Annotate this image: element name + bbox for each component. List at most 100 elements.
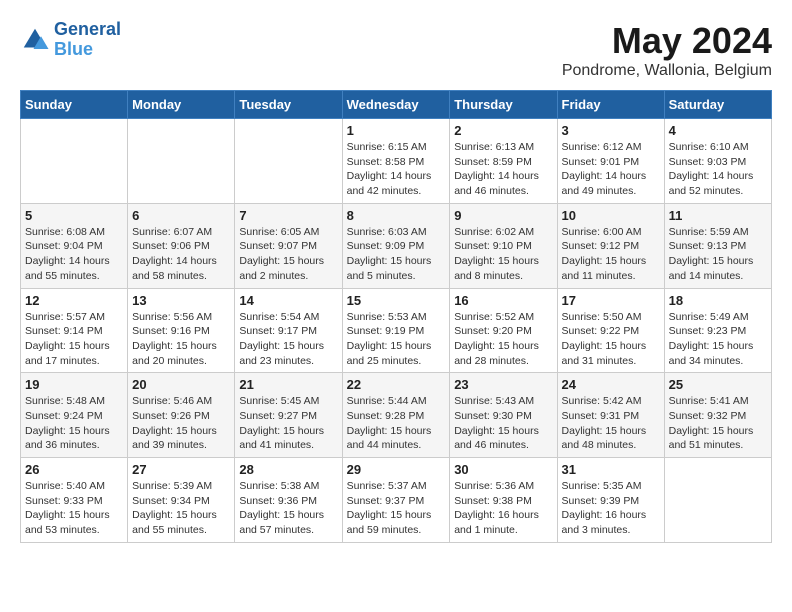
day-info: Sunrise: 6:13 AM Sunset: 8:59 PM Dayligh… [454,140,552,199]
calendar-cell: 28 Sunrise: 5:38 AM Sunset: 9:36 PM Dayli… [235,458,342,543]
day-number: 9 [454,208,552,223]
weekday-header-row: SundayMondayTuesdayWednesdayThursdayFrid… [21,91,772,119]
day-number: 2 [454,123,552,138]
calendar-cell: 3 Sunrise: 6:12 AM Sunset: 9:01 PM Daylig… [557,119,664,204]
calendar-cell: 17 Sunrise: 5:50 AM Sunset: 9:22 PM Dayli… [557,288,664,373]
day-info: Sunrise: 5:46 AM Sunset: 9:26 PM Dayligh… [132,394,230,453]
day-number: 6 [132,208,230,223]
day-info: Sunrise: 6:07 AM Sunset: 9:06 PM Dayligh… [132,225,230,284]
day-info: Sunrise: 5:42 AM Sunset: 9:31 PM Dayligh… [562,394,660,453]
calendar-cell: 6 Sunrise: 6:07 AM Sunset: 9:06 PM Daylig… [128,203,235,288]
calendar-cell: 9Sunrise: 6:02 AM Sunset: 9:10 PM Daylig… [450,203,557,288]
calendar-cell: 5 Sunrise: 6:08 AM Sunset: 9:04 PM Daylig… [21,203,128,288]
day-number: 19 [25,377,123,392]
day-info: Sunrise: 6:10 AM Sunset: 9:03 PM Dayligh… [669,140,767,199]
day-info: Sunrise: 5:39 AM Sunset: 9:34 PM Dayligh… [132,479,230,538]
calendar-cell: 16 Sunrise: 5:52 AM Sunset: 9:20 PM Dayli… [450,288,557,373]
calendar-cell: 20Sunrise: 5:46 AM Sunset: 9:26 PM Dayli… [128,373,235,458]
calendar-cell: 8Sunrise: 6:03 AM Sunset: 9:09 PM Daylig… [342,203,450,288]
day-info: Sunrise: 5:50 AM Sunset: 9:22 PM Dayligh… [562,310,660,369]
day-info: Sunrise: 6:00 AM Sunset: 9:12 PM Dayligh… [562,225,660,284]
day-info: Sunrise: 5:59 AM Sunset: 9:13 PM Dayligh… [669,225,767,284]
day-info: Sunrise: 5:40 AM Sunset: 9:33 PM Dayligh… [25,479,123,538]
day-number: 8 [347,208,446,223]
calendar-cell: 23Sunrise: 5:43 AM Sunset: 9:30 PM Dayli… [450,373,557,458]
day-number: 21 [239,377,337,392]
day-info: Sunrise: 5:49 AM Sunset: 9:23 PM Dayligh… [669,310,767,369]
calendar-cell [664,458,771,543]
day-number: 18 [669,293,767,308]
day-number: 5 [25,208,123,223]
day-info: Sunrise: 6:05 AM Sunset: 9:07 PM Dayligh… [239,225,337,284]
calendar-week-row: 26 Sunrise: 5:40 AM Sunset: 9:33 PM Dayli… [21,458,772,543]
calendar-cell: 18 Sunrise: 5:49 AM Sunset: 9:23 PM Dayli… [664,288,771,373]
calendar-cell: 10Sunrise: 6:00 AM Sunset: 9:12 PM Dayli… [557,203,664,288]
day-number: 23 [454,377,552,392]
calendar-cell: 7 Sunrise: 6:05 AM Sunset: 9:07 PM Daylig… [235,203,342,288]
calendar-cell: 19 Sunrise: 5:48 AM Sunset: 9:24 PM Dayli… [21,373,128,458]
day-info: Sunrise: 5:36 AM Sunset: 9:38 PM Dayligh… [454,479,552,538]
day-number: 15 [347,293,446,308]
day-number: 22 [347,377,446,392]
day-number: 29 [347,462,446,477]
calendar-cell: 1 Sunrise: 6:15 AM Sunset: 8:58 PM Daylig… [342,119,450,204]
calendar-week-row: 5 Sunrise: 6:08 AM Sunset: 9:04 PM Daylig… [21,203,772,288]
day-number: 16 [454,293,552,308]
weekday-header: Monday [128,91,235,119]
calendar-cell: 2 Sunrise: 6:13 AM Sunset: 8:59 PM Daylig… [450,119,557,204]
day-number: 30 [454,462,552,477]
day-number: 17 [562,293,660,308]
day-number: 28 [239,462,337,477]
day-number: 12 [25,293,123,308]
calendar-cell: 21 Sunrise: 5:45 AM Sunset: 9:27 PM Dayli… [235,373,342,458]
calendar-week-row: 12 Sunrise: 5:57 AM Sunset: 9:14 PM Dayli… [21,288,772,373]
day-info: Sunrise: 6:08 AM Sunset: 9:04 PM Dayligh… [25,225,123,284]
calendar-cell [21,119,128,204]
day-number: 13 [132,293,230,308]
day-info: Sunrise: 5:45 AM Sunset: 9:27 PM Dayligh… [239,394,337,453]
day-info: Sunrise: 6:15 AM Sunset: 8:58 PM Dayligh… [347,140,446,199]
day-info: Sunrise: 5:48 AM Sunset: 9:24 PM Dayligh… [25,394,123,453]
day-info: Sunrise: 5:53 AM Sunset: 9:19 PM Dayligh… [347,310,446,369]
day-number: 31 [562,462,660,477]
calendar-cell: 24 Sunrise: 5:42 AM Sunset: 9:31 PM Dayli… [557,373,664,458]
calendar-cell: 15 Sunrise: 5:53 AM Sunset: 9:19 PM Dayli… [342,288,450,373]
day-number: 26 [25,462,123,477]
calendar-cell: 31Sunrise: 5:35 AM Sunset: 9:39 PM Dayli… [557,458,664,543]
calendar-header: SundayMondayTuesdayWednesdayThursdayFrid… [21,91,772,119]
calendar-cell: 11 Sunrise: 5:59 AM Sunset: 9:13 PM Dayli… [664,203,771,288]
weekday-header: Tuesday [235,91,342,119]
logo: General Blue [20,20,121,60]
calendar-week-row: 1 Sunrise: 6:15 AM Sunset: 8:58 PM Daylig… [21,119,772,204]
day-info: Sunrise: 5:41 AM Sunset: 9:32 PM Dayligh… [669,394,767,453]
day-info: Sunrise: 5:54 AM Sunset: 9:17 PM Dayligh… [239,310,337,369]
day-number: 1 [347,123,446,138]
day-number: 14 [239,293,337,308]
logo-text: General Blue [54,20,121,60]
calendar-cell: 26 Sunrise: 5:40 AM Sunset: 9:33 PM Dayli… [21,458,128,543]
weekday-header: Thursday [450,91,557,119]
day-number: 11 [669,208,767,223]
day-number: 24 [562,377,660,392]
calendar-cell [128,119,235,204]
calendar-cell: 22 Sunrise: 5:44 AM Sunset: 9:28 PM Dayli… [342,373,450,458]
day-number: 7 [239,208,337,223]
day-number: 4 [669,123,767,138]
calendar-cell: 29 Sunrise: 5:37 AM Sunset: 9:37 PM Dayli… [342,458,450,543]
day-info: Sunrise: 5:57 AM Sunset: 9:14 PM Dayligh… [25,310,123,369]
day-info: Sunrise: 5:38 AM Sunset: 9:36 PM Dayligh… [239,479,337,538]
weekday-header: Saturday [664,91,771,119]
calendar-cell: 13 Sunrise: 5:56 AM Sunset: 9:16 PM Dayli… [128,288,235,373]
page-header: General Blue May 2024 Pondrome, Wallonia… [20,20,772,80]
calendar-cell: 14 Sunrise: 5:54 AM Sunset: 9:17 PM Dayli… [235,288,342,373]
day-number: 3 [562,123,660,138]
day-info: Sunrise: 5:37 AM Sunset: 9:37 PM Dayligh… [347,479,446,538]
logo-icon [20,25,50,55]
calendar-cell: 4 Sunrise: 6:10 AM Sunset: 9:03 PM Daylig… [664,119,771,204]
day-info: Sunrise: 6:12 AM Sunset: 9:01 PM Dayligh… [562,140,660,199]
location: Pondrome, Wallonia, Belgium [562,62,772,80]
calendar-cell [235,119,342,204]
day-info: Sunrise: 5:52 AM Sunset: 9:20 PM Dayligh… [454,310,552,369]
day-info: Sunrise: 5:44 AM Sunset: 9:28 PM Dayligh… [347,394,446,453]
day-info: Sunrise: 5:56 AM Sunset: 9:16 PM Dayligh… [132,310,230,369]
